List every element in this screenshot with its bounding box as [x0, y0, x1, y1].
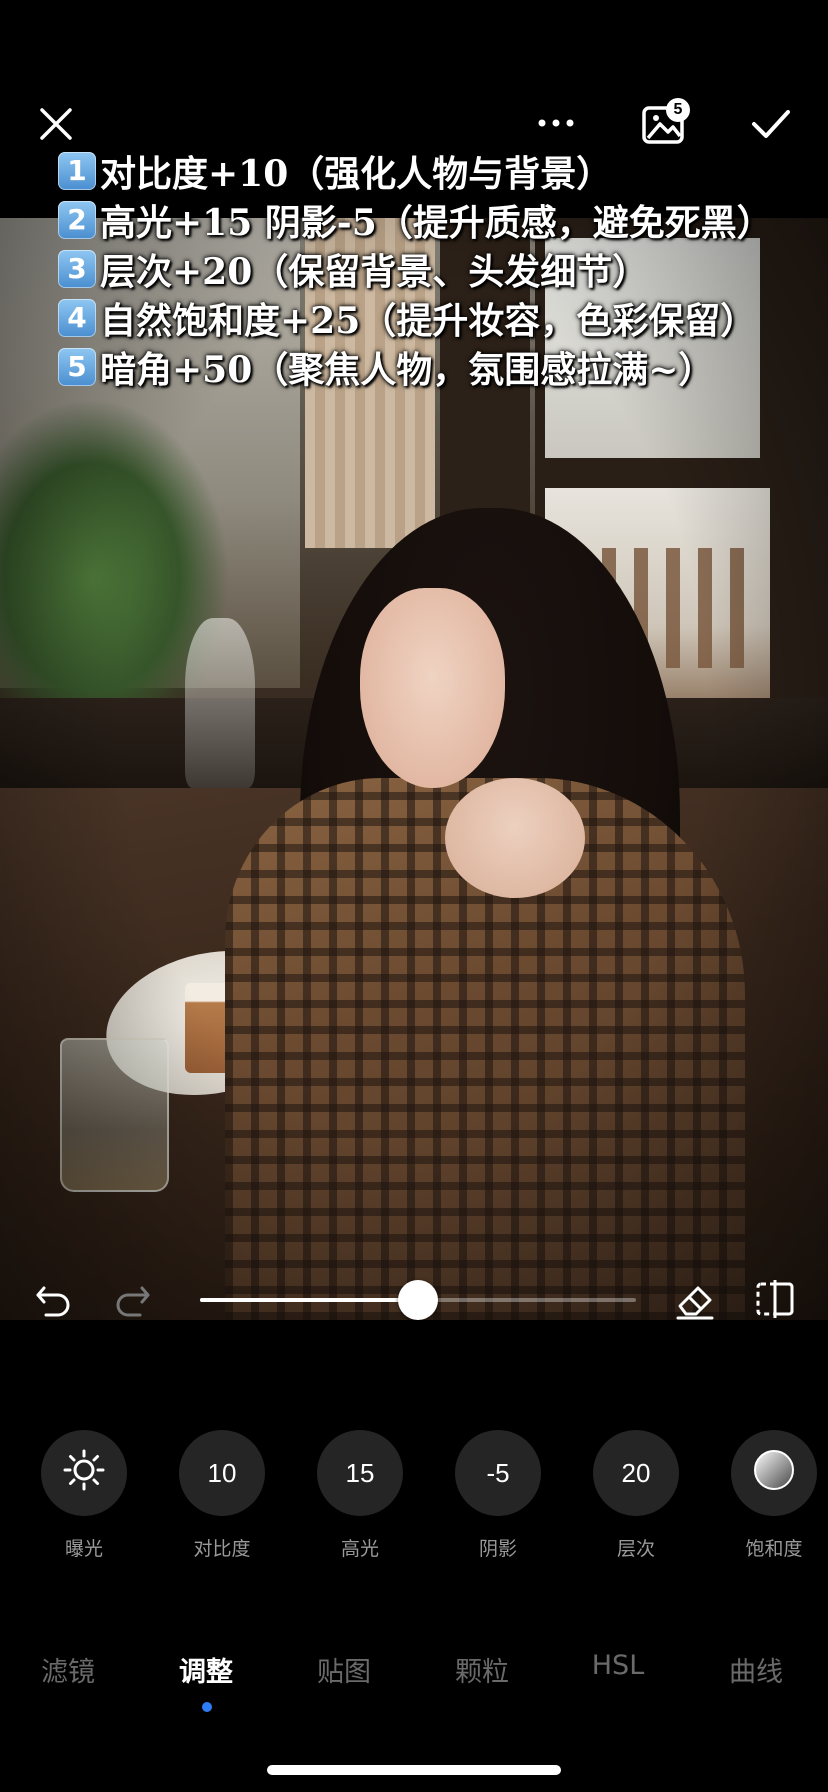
note-number: 1 — [58, 151, 96, 190]
annotation-notes: 1 对比度+10（强化人物与背景） 2 高光+15 阴影-5（提升质感，避免死黑… — [58, 146, 828, 391]
note-number: 4 — [58, 298, 96, 337]
compare-icon[interactable] — [752, 1276, 798, 1322]
tab-grain[interactable]: 颗粒 — [422, 1650, 542, 1689]
tab-curves[interactable]: 曲线 — [696, 1650, 816, 1689]
tool-label: 高光 — [340, 1538, 379, 1560]
note-text: 暗角+50（聚焦人物，氛围感拉满~） — [100, 348, 715, 391]
note-text: 层次+20（保留背景、头发细节） — [100, 250, 649, 293]
redo-icon[interactable] — [110, 1278, 154, 1322]
gallery-count-badge: 5 — [666, 98, 690, 122]
note-4: 4 自然饱和度+25（提升妆容，色彩保留） — [58, 293, 828, 342]
tab-filters[interactable]: 滤镜 — [8, 1650, 128, 1689]
tool-label: 对比度 — [193, 1538, 251, 1560]
slider-fill — [200, 1298, 418, 1302]
tool-button[interactable] — [731, 1430, 817, 1516]
note-5: 5 暗角+50（聚焦人物，氛围感拉满~） — [58, 342, 828, 391]
tool-structure[interactable]: 20 层次 — [586, 1430, 686, 1561]
tool-value[interactable]: 15 — [317, 1430, 403, 1516]
check-icon[interactable] — [750, 106, 792, 142]
tool-contrast[interactable]: 10 对比度 — [172, 1430, 272, 1561]
tool-exposure[interactable]: 曝光 — [34, 1430, 134, 1561]
more-icon[interactable] — [536, 108, 576, 138]
tool-value[interactable]: 20 — [593, 1430, 679, 1516]
active-tab-indicator — [202, 1702, 212, 1712]
tool-button[interactable] — [41, 1430, 127, 1516]
sun-icon — [62, 1448, 106, 1499]
close-icon[interactable] — [36, 104, 76, 144]
adjust-slider[interactable] — [200, 1280, 636, 1320]
tool-saturation[interactable]: 饱和度 — [724, 1430, 824, 1561]
tool-label: 阴影 — [478, 1538, 517, 1560]
adjust-tools: 曝光 10 对比度 15 高光 -5 阴影 20 层次 饱和度 — [0, 1430, 828, 1570]
tool-value[interactable]: 10 — [179, 1430, 265, 1516]
tab-hsl[interactable]: HSL — [558, 1650, 678, 1681]
tool-label: 饱和度 — [745, 1538, 803, 1560]
tool-label: 曝光 — [64, 1538, 103, 1560]
note-text: 对比度+10（强化人物与背景） — [100, 152, 613, 195]
bottom-tabs: 滤镜 调整 贴图 颗粒 HSL 曲线 — [0, 1650, 828, 1710]
tab-adjust[interactable]: 调整 — [146, 1650, 266, 1689]
note-text: 自然饱和度+25（提升妆容，色彩保留） — [100, 299, 757, 342]
saturation-icon — [752, 1448, 796, 1499]
tool-highlights[interactable]: 15 高光 — [310, 1430, 410, 1561]
eraser-icon[interactable] — [672, 1276, 718, 1322]
note-text: 高光+15 阴影-5（提升质感，避免死黑） — [100, 201, 773, 244]
note-1: 1 对比度+10（强化人物与背景） — [58, 146, 828, 195]
tool-label: 层次 — [616, 1538, 655, 1560]
slider-thumb[interactable] — [398, 1280, 438, 1320]
note-3: 3 层次+20（保留背景、头发细节） — [58, 244, 828, 293]
note-number: 2 — [58, 200, 96, 239]
undo-icon[interactable] — [32, 1278, 76, 1322]
note-number: 3 — [58, 249, 96, 288]
tab-stickers[interactable]: 贴图 — [284, 1650, 404, 1689]
home-indicator[interactable] — [267, 1765, 561, 1775]
note-number: 5 — [58, 347, 96, 386]
tool-shadows[interactable]: -5 阴影 — [448, 1430, 548, 1561]
tool-value[interactable]: -5 — [455, 1430, 541, 1516]
note-2: 2 高光+15 阴影-5（提升质感，避免死黑） — [58, 195, 828, 244]
